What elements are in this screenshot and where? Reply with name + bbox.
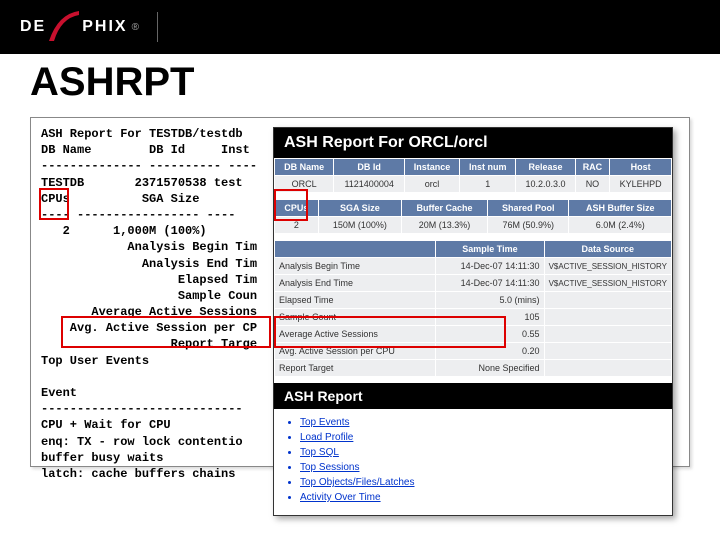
ash-html-report-overlay: ASH Report For ORCL/orcl DB Name DB Id I… — [273, 127, 673, 516]
td: orcl — [404, 176, 459, 193]
th-release: Release — [516, 159, 575, 176]
link-top-sql[interactable]: Top SQL — [300, 445, 672, 460]
td: Report Target — [275, 360, 436, 377]
td — [544, 360, 671, 377]
td: V$ACTIVE_SESSION_HISTORY — [544, 258, 671, 275]
td — [544, 292, 671, 309]
report-links-list: Top Events Load Profile Top SQL Top Sess… — [274, 409, 672, 511]
td: 1121400004 — [334, 176, 405, 193]
td: Avg. Active Session per CPU — [275, 343, 436, 360]
logo-divider — [157, 12, 158, 42]
td: 150M (100%) — [318, 217, 401, 234]
td: ORCL — [275, 176, 334, 193]
td — [544, 309, 671, 326]
overlay-title: ASH Report For ORCL/orcl — [274, 128, 672, 158]
td: 14-Dec-07 14:11:30 — [436, 275, 544, 292]
th-shared: Shared Pool — [488, 200, 569, 217]
link-load-profile[interactable]: Load Profile — [300, 430, 672, 445]
td: 2 — [275, 217, 319, 234]
th-instnum: Inst num — [460, 159, 516, 176]
resources-table: CPUs SGA Size Buffer Cache Shared Pool A… — [274, 199, 672, 234]
logo: DE PHIX ® — [20, 11, 139, 43]
link-top-objects[interactable]: Top Objects/Files/Latches — [300, 475, 672, 490]
th-instance: Instance — [404, 159, 459, 176]
td: NO — [575, 176, 609, 193]
brand-bar: DE PHIX ® — [0, 0, 720, 54]
th-sga: SGA Size — [318, 200, 401, 217]
th-datasource: Data Source — [544, 241, 671, 258]
th-rac: RAC — [575, 159, 609, 176]
td: KYLEHPD — [610, 176, 672, 193]
td: Analysis End Time — [275, 275, 436, 292]
td: 10.2.0.3.0 — [516, 176, 575, 193]
logo-text-left: DE — [20, 18, 46, 36]
td: Average Active Sessions — [275, 326, 436, 343]
td — [544, 343, 671, 360]
td: V$ACTIVE_SESSION_HISTORY — [544, 275, 671, 292]
td: 1 — [460, 176, 516, 193]
td: 0.20 — [436, 343, 544, 360]
link-top-events[interactable]: Top Events — [300, 415, 672, 430]
td: 105 — [436, 309, 544, 326]
td: 0.55 — [436, 326, 544, 343]
td: 14-Dec-07 14:11:30 — [436, 258, 544, 275]
td: 20M (13.3%) — [402, 217, 488, 234]
overlay-subtitle: ASH Report — [274, 383, 672, 409]
td: Analysis Begin Time — [275, 258, 436, 275]
td: 6.0M (2.4%) — [569, 217, 672, 234]
th-blank — [275, 241, 436, 258]
db-info-table: DB Name DB Id Instance Inst num Release … — [274, 158, 672, 193]
th-host: Host — [610, 159, 672, 176]
slide-title: ASHRPT — [30, 60, 690, 105]
td: None Specified — [436, 360, 544, 377]
link-top-sessions[interactable]: Top Sessions — [300, 460, 672, 475]
th-sampletime: Sample Time — [436, 241, 544, 258]
td — [544, 326, 671, 343]
th-buffer: Buffer Cache — [402, 200, 488, 217]
analysis-table: Sample Time Data Source Analysis Begin T… — [274, 240, 672, 377]
th-db-name: DB Name — [275, 159, 334, 176]
th-cpus: CPUs — [275, 200, 319, 217]
link-activity-over-time[interactable]: Activity Over Time — [300, 490, 672, 505]
th-db-id: DB Id — [334, 159, 405, 176]
td: Sample Count — [275, 309, 436, 326]
td: 76M (50.9%) — [488, 217, 569, 234]
td: 5.0 (mins) — [436, 292, 544, 309]
logo-swoosh-icon — [48, 11, 80, 43]
logo-text-right: PHIX — [82, 18, 127, 36]
th-ashbuf: ASH Buffer Size — [569, 200, 672, 217]
td: Elapsed Time — [275, 292, 436, 309]
